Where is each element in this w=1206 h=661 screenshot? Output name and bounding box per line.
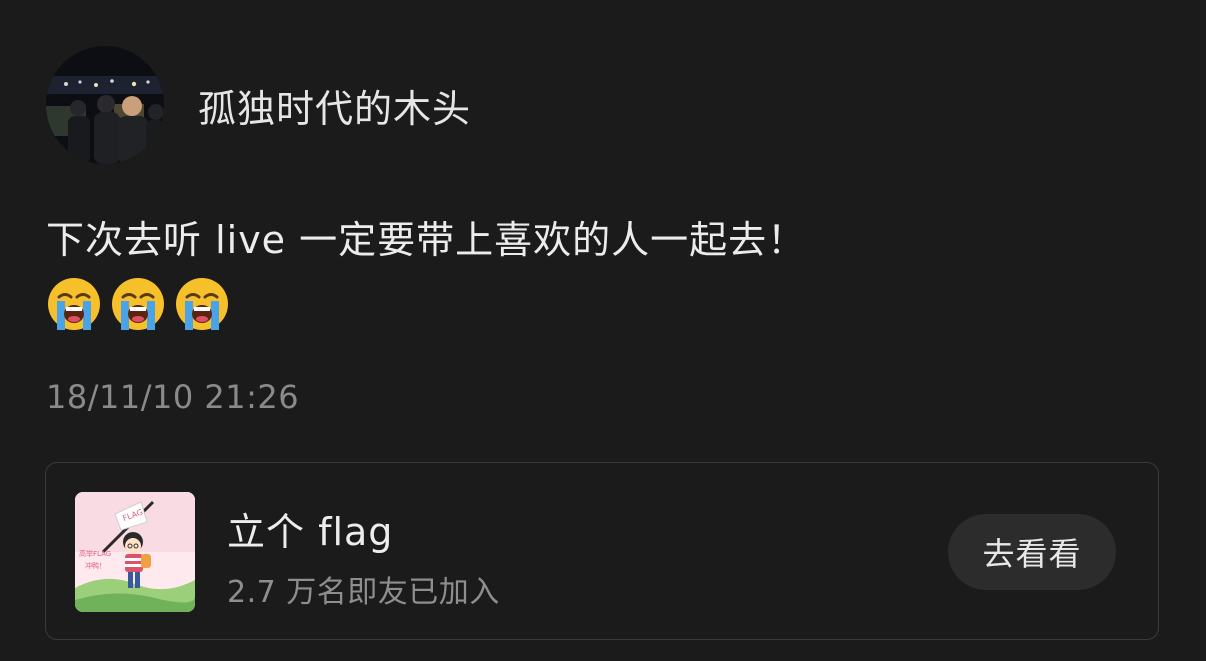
go-see-button[interactable]: 去看看 <box>948 514 1116 590</box>
post-body: 下次去听 live 一定要带上喜欢的人一起去！ <box>46 218 807 262</box>
flag-thumbnail: FLAG 高举FLAG 冲鸭！ <box>75 492 195 612</box>
avatar[interactable] <box>46 46 164 164</box>
loudly-crying-face-icon <box>174 276 230 332</box>
flag-card-title: 立个 flag <box>227 510 394 554</box>
flag-slogan-text: 高举FLAG <box>79 549 111 558</box>
emoji-row <box>46 276 230 332</box>
author-name[interactable]: 孤独时代的木头 <box>198 78 471 133</box>
post-timestamp: 18/11/10 21:26 <box>46 378 300 416</box>
flag-topic-card[interactable]: FLAG 高举FLAG 冲鸭！ 立个 flag 2.7 万名即友已加入 去看看 <box>45 462 1159 640</box>
avatar-photo <box>46 46 164 164</box>
post-header: 孤独时代的木头 <box>46 46 471 164</box>
flag-slogan-text-2: 冲鸭！ <box>85 561 106 570</box>
loudly-crying-face-icon <box>110 276 166 332</box>
loudly-crying-face-icon <box>46 276 102 332</box>
flag-illustration: FLAG 高举FLAG 冲鸭！ <box>75 492 195 612</box>
flag-card-subtitle: 2.7 万名即友已加入 <box>227 575 500 610</box>
